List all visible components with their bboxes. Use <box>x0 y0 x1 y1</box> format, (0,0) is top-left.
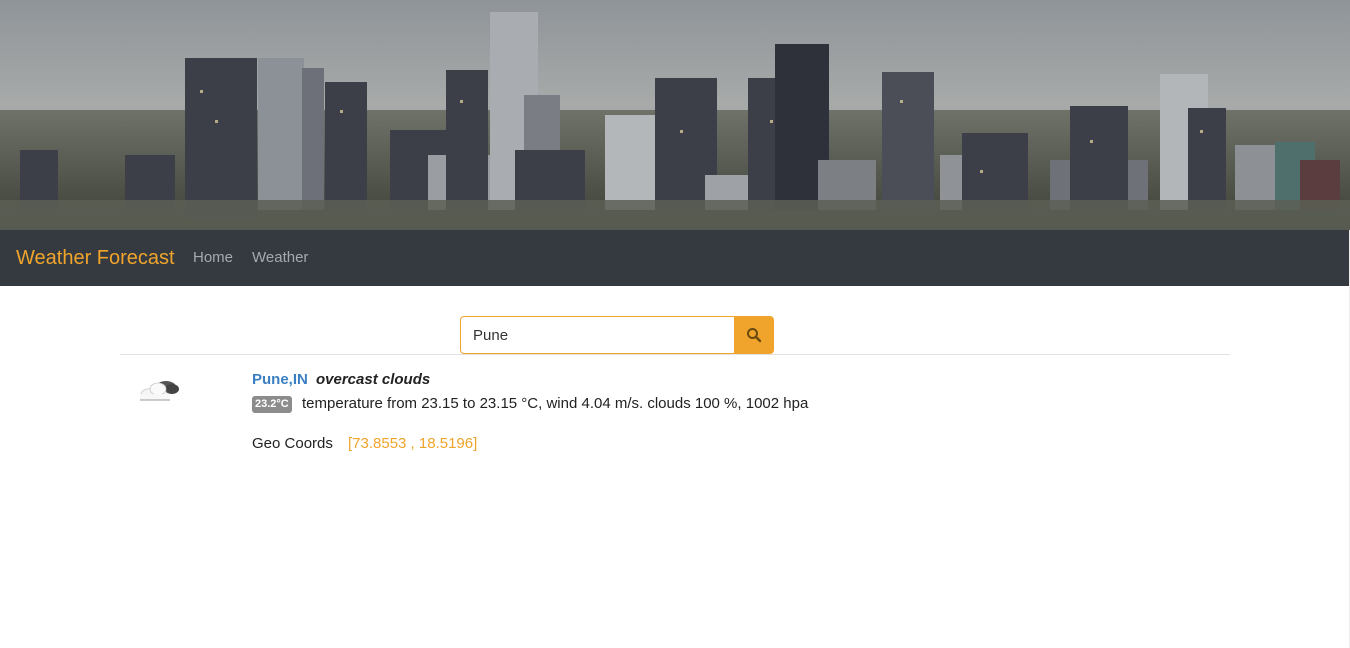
weather-details: temperature from 23.15 to 23.15 °C, wind… <box>302 395 809 412</box>
weather-description: overcast clouds <box>316 371 431 388</box>
navbar: Weather Forecast Home Weather <box>0 230 1350 286</box>
temperature-badge: 23.2°C <box>252 396 292 413</box>
city-skyline-banner <box>0 0 1350 230</box>
search-button[interactable] <box>734 316 774 354</box>
nav-link-home[interactable]: Home <box>193 249 233 267</box>
geo-coords-label: Geo Coords <box>252 435 333 452</box>
city-link[interactable]: Pune,IN <box>252 371 308 389</box>
search-form <box>460 316 774 354</box>
geo-coords-value: [73.8553 , 18.5196] <box>348 435 478 452</box>
overcast-clouds-icon <box>136 374 182 404</box>
brand-link[interactable]: Weather Forecast <box>16 246 175 270</box>
divider <box>120 354 1230 355</box>
nav-link-weather[interactable]: Weather <box>252 249 308 267</box>
search-icon <box>747 328 762 343</box>
search-input[interactable] <box>460 316 735 354</box>
